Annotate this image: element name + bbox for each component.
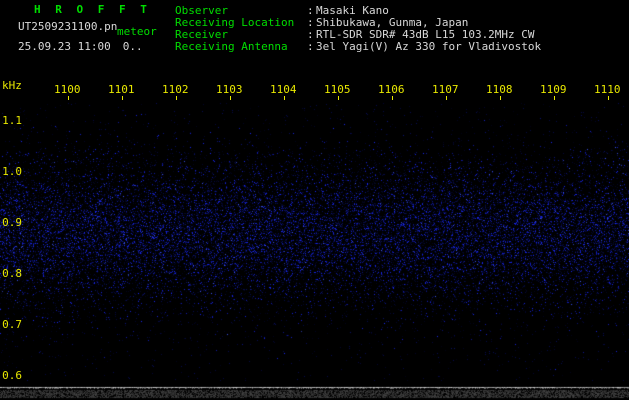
x-tick-label: 1110	[594, 84, 621, 96]
app-title: H R O F F T	[34, 4, 151, 16]
x-tick-label: 1107	[432, 84, 459, 96]
x-tick-mark	[554, 96, 555, 100]
x-tick-label: 1106	[378, 84, 405, 96]
x-tick-label: 1102	[162, 84, 189, 96]
x-tick-label: 1104	[270, 84, 297, 96]
x-tick-mark	[608, 96, 609, 100]
x-tick-mark	[122, 96, 123, 100]
x-tick-label: 1108	[486, 84, 513, 96]
filename-text: UT2509231100.pn	[18, 20, 117, 33]
y-tick-label: 0.8	[0, 268, 22, 280]
receiver-info-block: Observer: Masaki Kano Receiving Location:…	[175, 5, 541, 53]
datetime-line: 25.09.23 11:00 0..	[18, 41, 143, 53]
x-tick-mark	[338, 96, 339, 100]
y-tick-label: 1.1	[0, 115, 22, 127]
file-line: UT2509231100.pn meteor	[18, 21, 117, 33]
info-label: Receiving Antenna	[175, 41, 307, 53]
y-tick-label: 0.6	[0, 370, 22, 382]
x-tick-mark	[230, 96, 231, 100]
x-tick-label: 1103	[216, 84, 243, 96]
x-tick-mark	[284, 96, 285, 100]
x-tick-mark	[446, 96, 447, 100]
y-tick-label: 0.7	[0, 319, 22, 331]
y-tick-label: 1.0	[0, 166, 22, 178]
mode-label: meteor	[117, 26, 157, 38]
y-tick-label: 0.9	[0, 217, 22, 229]
colon-separator: :	[307, 41, 316, 53]
y-axis-unit-label: kHz	[2, 80, 22, 92]
info-value: 3el Yagi(V) Az 330 for Vladivostok	[316, 41, 541, 53]
x-tick-label: 1100	[54, 84, 81, 96]
x-tick-label: 1109	[540, 84, 567, 96]
x-tick-mark	[500, 96, 501, 100]
hrofft-screen: H R O F F T UT2509231100.pn meteor 25.09.…	[0, 0, 629, 400]
info-row-antenna: Receiving Antenna:3el Yagi(V) Az 330 for…	[175, 41, 541, 53]
datetime-text: 25.09.23 11:00	[18, 40, 111, 53]
spectrogram-canvas	[0, 0, 629, 400]
x-tick-mark	[392, 96, 393, 100]
x-tick-mark	[176, 96, 177, 100]
counter-text: 0..	[123, 40, 143, 53]
x-tick-label: 1105	[324, 84, 351, 96]
x-tick-mark	[68, 96, 69, 100]
x-tick-label: 1101	[108, 84, 135, 96]
